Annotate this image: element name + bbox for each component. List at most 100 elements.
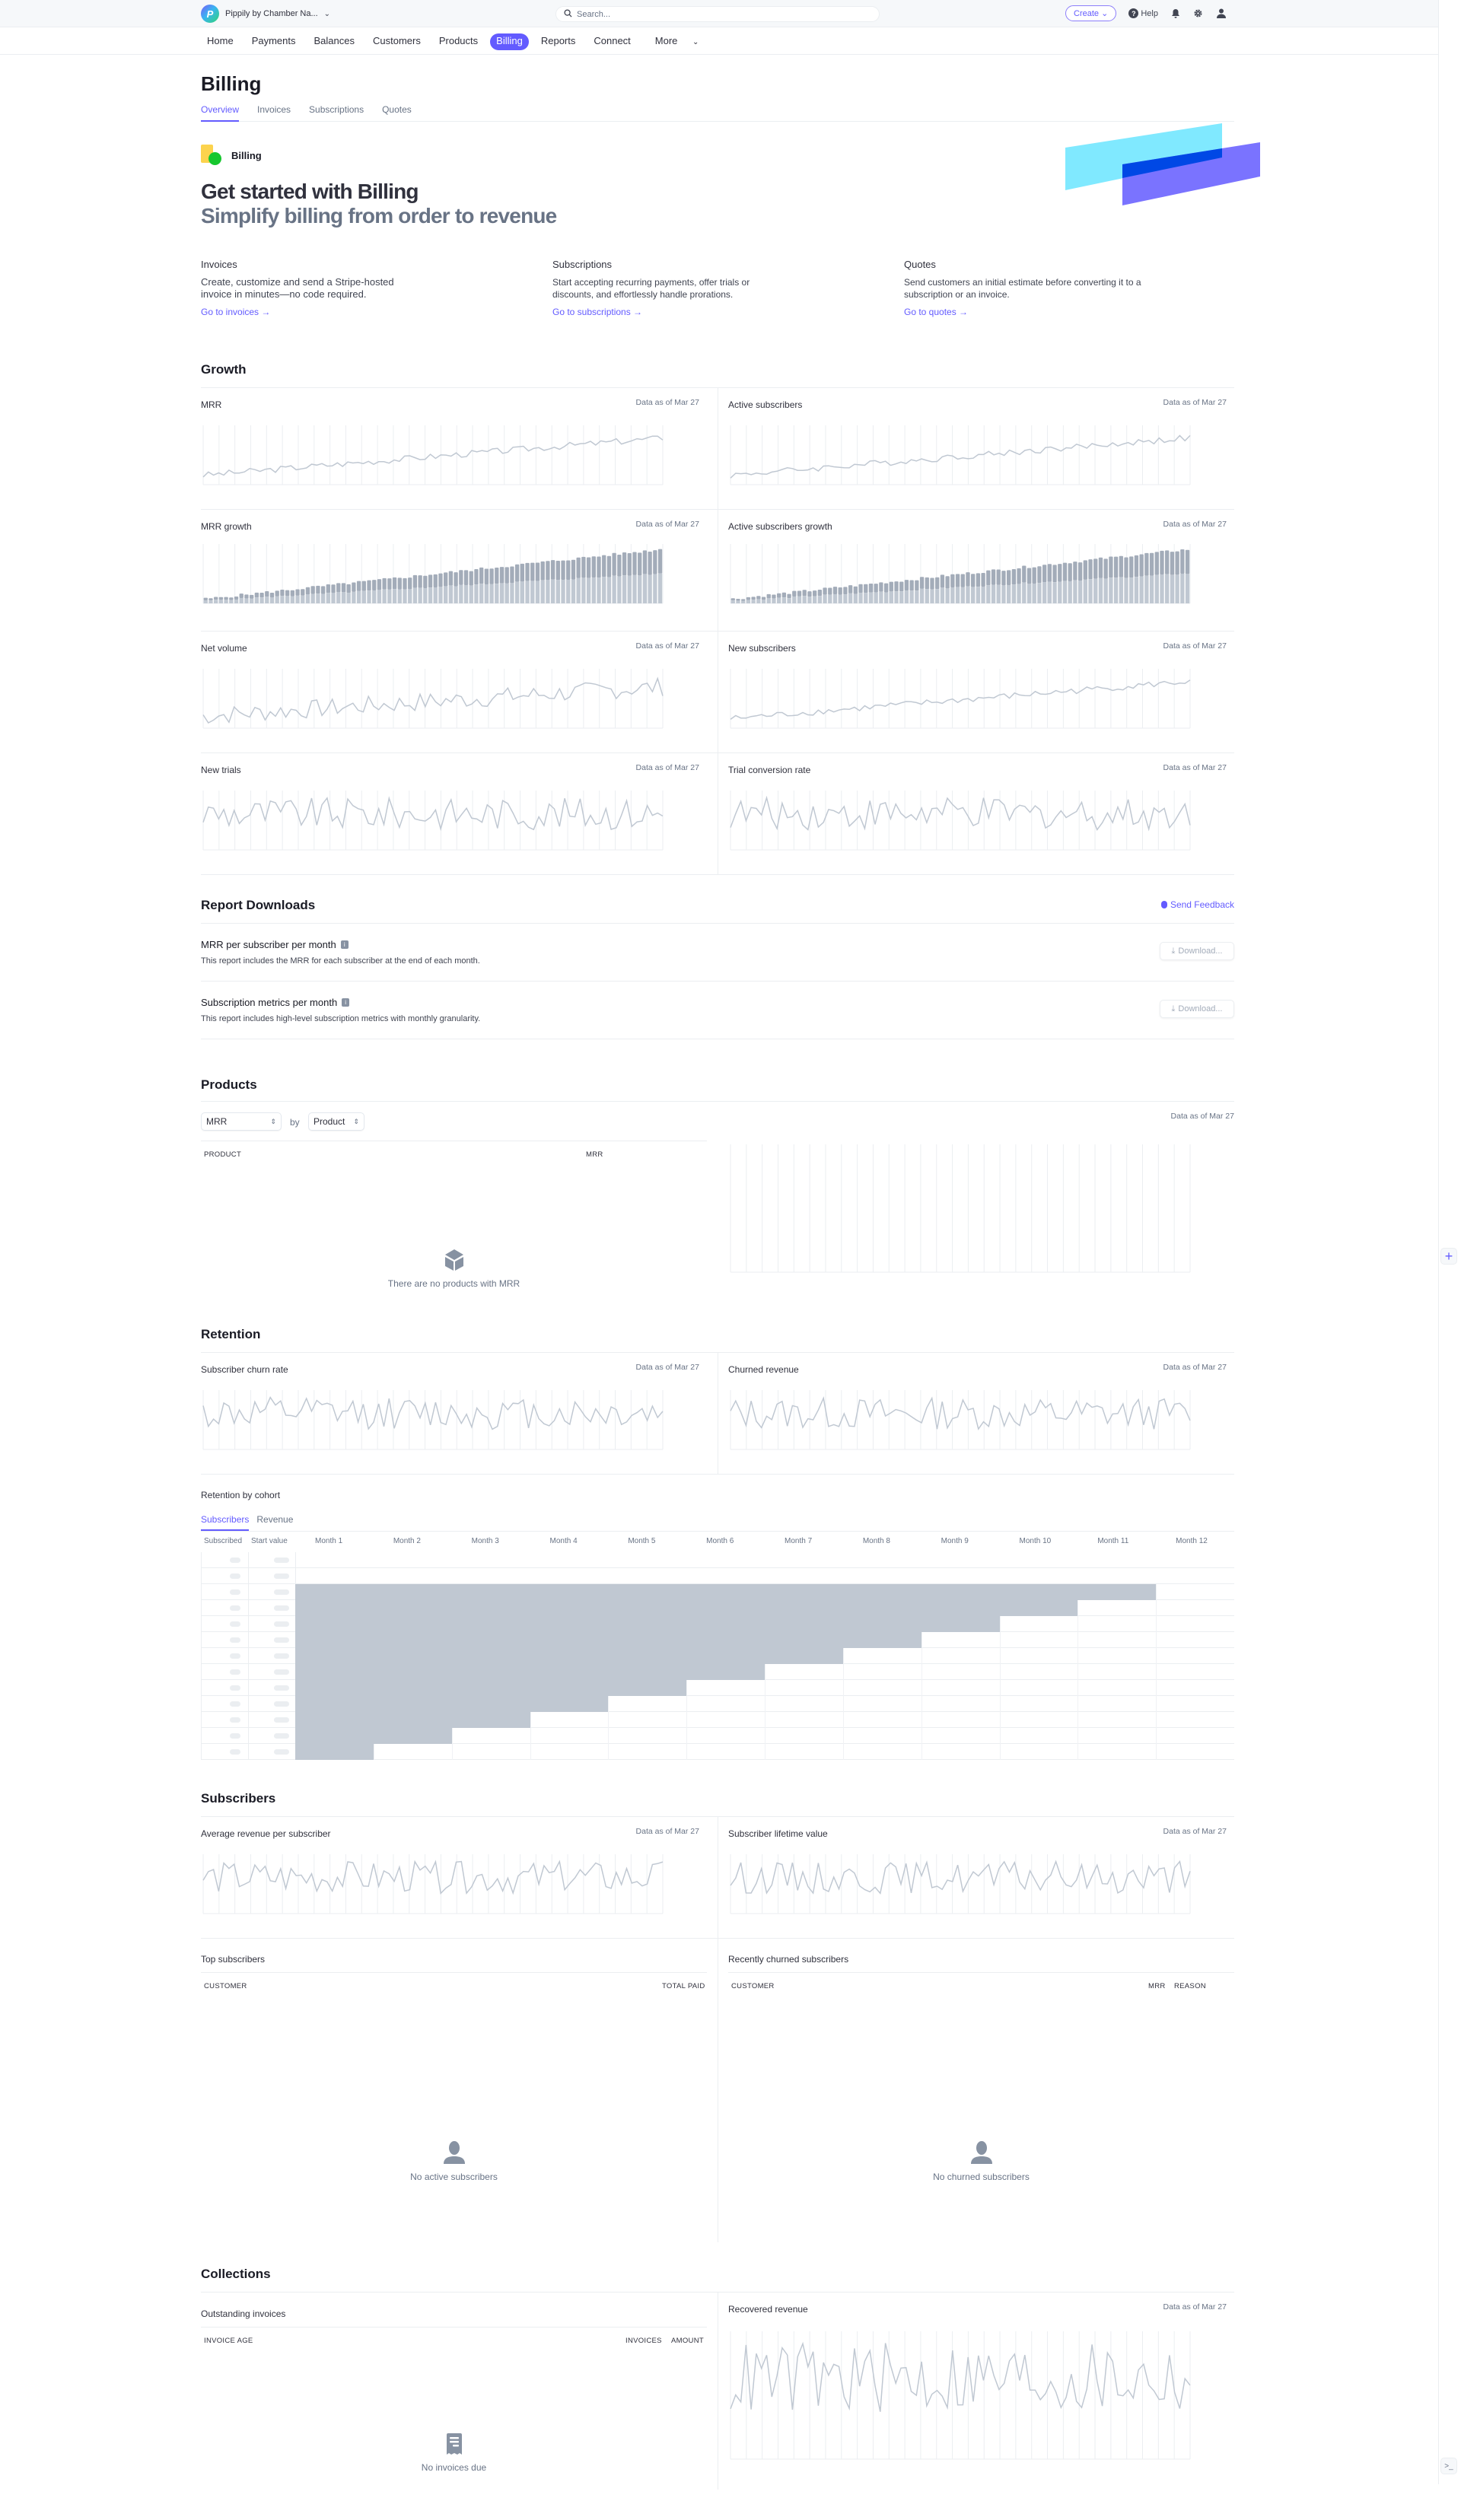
average-revenue-per-subscriber-card[interactable]: Average revenue per subscriber Data as o… <box>201 1816 707 1938</box>
bar-segment <box>756 596 761 600</box>
group-by-select[interactable]: Product ⇕ <box>308 1112 364 1131</box>
bar-segment <box>1109 556 1113 578</box>
bar-segment <box>1042 582 1047 603</box>
subscriber-lifetime-value-card[interactable]: Subscriber lifetime value Data as of Mar… <box>728 1816 1234 1938</box>
bar-segment <box>986 570 991 586</box>
bar-segment <box>792 596 797 603</box>
search-input[interactable]: Search... <box>555 6 880 22</box>
tab-overview[interactable]: Overview <box>201 103 240 122</box>
bar-segment <box>218 600 224 603</box>
nav-home[interactable]: Home <box>201 33 240 50</box>
bell-icon[interactable] <box>1170 8 1181 19</box>
series-line <box>730 795 1191 832</box>
help-button[interactable]: ? Help <box>1128 8 1158 18</box>
info-icon[interactable]: i <box>342 998 350 1007</box>
trial-conversion-rate-card[interactable]: Trial conversion rate Data as of Mar 27 <box>728 752 1234 874</box>
go-to-invoices-link[interactable]: Go to invoices → <box>201 307 270 317</box>
bar-segment <box>244 594 249 599</box>
new-subscribers-card[interactable]: New subscribers Data as of Mar 27 <box>728 631 1234 752</box>
cohort-column-header: Subscribed <box>204 1537 243 1545</box>
series-line <box>202 1860 664 1895</box>
tab-subscriptions[interactable]: Subscriptions <box>309 103 364 122</box>
nav-customers[interactable]: Customers <box>367 33 427 50</box>
hero-heading: Get started with Billing Simplify billin… <box>201 180 557 228</box>
bar-segment <box>1154 552 1159 575</box>
nav-products[interactable]: Products <box>433 33 484 50</box>
bar-segment <box>224 597 228 600</box>
churned-revenue-card[interactable]: Churned revenue Data as of Mar 27 <box>728 1352 1234 1474</box>
download-mrr-report-button[interactable]: ⤓ Download... <box>1160 942 1234 960</box>
account-switcher[interactable]: P Pippily by Chamber Na... ⌄ <box>201 5 330 23</box>
nav-connect[interactable]: Connect <box>587 33 636 50</box>
bar-segment <box>996 584 1001 603</box>
retention-cohort-table: Subscribed Start value Month 1 Month 2 Month… <box>201 1537 1234 1765</box>
bar-segment <box>305 587 310 595</box>
net-volume-card[interactable]: Net volume Data as of Mar 27 <box>201 631 707 752</box>
nav-reports[interactable]: Reports <box>535 33 582 50</box>
gear-icon[interactable] <box>1193 8 1204 19</box>
bar-segment <box>858 584 863 593</box>
nav-payments[interactable]: Payments <box>246 33 302 50</box>
mrr-growth-card[interactable]: MRR growth Data as of Mar 27 <box>201 509 707 631</box>
bar-segment <box>535 562 540 581</box>
bar-segment <box>474 569 479 585</box>
send-feedback-link[interactable]: Send Feedback <box>1160 899 1234 910</box>
divider <box>1156 1712 1157 1728</box>
tab-invoices[interactable]: Invoices <box>257 103 291 122</box>
tab-quotes[interactable]: Quotes <box>382 103 412 122</box>
bar-segment <box>510 583 514 603</box>
divider <box>728 1972 1234 1973</box>
mrr-card[interactable]: MRR Data as of Mar 27 <box>201 387 707 509</box>
tab-cohort-revenue[interactable]: Revenue <box>256 1514 293 1531</box>
bar-segment <box>648 574 652 603</box>
divider <box>530 1744 531 1760</box>
info-icon[interactable]: i <box>340 940 349 949</box>
nav-billing[interactable]: Billing <box>490 33 529 50</box>
divider <box>921 1712 922 1728</box>
bar-segment <box>250 598 254 603</box>
bar-segment <box>1017 584 1021 603</box>
tab-cohort-subscribers[interactable]: Subscribers <box>201 1514 250 1531</box>
active-subscribers-growth-card[interactable]: Active subscribers growth Data as of Mar… <box>728 509 1234 631</box>
divider <box>248 1568 249 1584</box>
report-description: This report includes the MRR for each su… <box>201 956 480 966</box>
subscriber-churn-rate-card[interactable]: Subscriber churn rate Data as of Mar 27 <box>201 1352 707 1474</box>
billing-product-badge: Billing <box>201 145 262 166</box>
create-button[interactable]: Create ⌄ <box>1065 5 1117 21</box>
divider <box>999 1696 1001 1712</box>
cohort-column-header: Month 10 <box>1019 1537 1052 1545</box>
bar-segment <box>367 590 371 603</box>
bar-segment <box>935 589 940 603</box>
nav-balances[interactable]: Balances <box>308 33 361 50</box>
nav-more[interactable]: More ⌄ <box>643 33 711 50</box>
divider <box>1077 1648 1079 1664</box>
terminal-icon[interactable]: >_ <box>1440 2458 1457 2474</box>
metric-select[interactable]: MRR ⇕ <box>201 1112 282 1131</box>
bar-segment <box>408 589 412 603</box>
bar-segment <box>1058 564 1062 582</box>
skeleton-placeholder <box>274 1701 289 1707</box>
bar-segment <box>346 593 351 603</box>
active-subscribers-card[interactable]: Active subscribers Data as of Mar 27 <box>728 387 1234 509</box>
skeleton-placeholder <box>230 1558 240 1563</box>
bar-segment <box>874 584 878 593</box>
download-subscription-metrics-button[interactable]: ⤓ Download... <box>1160 1000 1234 1018</box>
divider <box>248 1744 249 1760</box>
bar-segment <box>1109 578 1113 603</box>
trial-conversion-rate-chart <box>730 791 1191 851</box>
bar-segment <box>802 590 807 597</box>
chevron-down-icon: ⌄ <box>323 9 331 18</box>
bar-segment <box>320 593 326 603</box>
go-to-quotes-link[interactable]: Go to quotes → <box>904 307 968 317</box>
new-trials-card[interactable]: New trials Data as of Mar 27 <box>201 752 707 874</box>
bar-segment <box>586 578 591 603</box>
user-icon[interactable] <box>1216 8 1227 19</box>
bar-segment <box>1083 560 1087 580</box>
go-to-subscriptions-link[interactable]: Go to subscriptions → <box>552 307 642 317</box>
bar-segment <box>638 575 642 603</box>
cohort-retention-fill <box>295 1648 843 1664</box>
cohort-retention-fill <box>295 1680 687 1696</box>
bar-segment <box>761 597 766 600</box>
recovered-revenue-card[interactable]: Recovered revenue Data as of Mar 27 <box>728 2292 1234 2520</box>
plus-icon[interactable]: + <box>1440 1248 1457 1265</box>
